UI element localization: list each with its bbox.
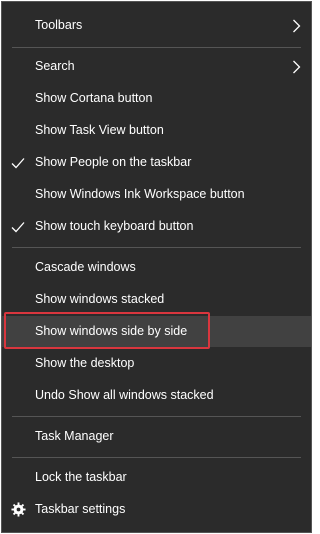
chevron-right-icon xyxy=(293,60,301,74)
menu-item-show-people[interactable]: Show People on the taskbar xyxy=(2,147,311,178)
checkmark-icon xyxy=(11,222,25,233)
taskbar-context-menu: Toolbars Search Show Cortana button Show… xyxy=(1,1,312,533)
gear-icon xyxy=(11,502,26,517)
menu-item-label: Show the desktop xyxy=(35,356,135,370)
menu-item-label: Show Windows Ink Workspace button xyxy=(35,187,245,201)
menu-item-toolbars[interactable]: Toolbars xyxy=(2,10,311,41)
menu-item-show-windows-side-by-side[interactable]: Show windows side by side xyxy=(2,316,311,347)
menu-item-label: Cascade windows xyxy=(35,260,136,274)
menu-item-search[interactable]: Search xyxy=(2,51,311,82)
menu-item-label: Show Task View button xyxy=(35,123,164,137)
menu-item-show-touch-keyboard[interactable]: Show touch keyboard button xyxy=(2,211,311,242)
menu-item-task-manager[interactable]: Task Manager xyxy=(2,421,311,452)
menu-item-lock-the-taskbar[interactable]: Lock the taskbar xyxy=(2,462,311,493)
menu-separator xyxy=(12,247,301,248)
menu-item-label: Show Cortana button xyxy=(35,91,153,105)
menu-separator xyxy=(12,457,301,458)
menu-item-label: Show windows stacked xyxy=(35,292,165,306)
menu-item-undo-show-all-windows-stacked[interactable]: Undo Show all windows stacked xyxy=(2,380,311,411)
menu-item-show-the-desktop[interactable]: Show the desktop xyxy=(2,348,311,379)
menu-item-label: Task Manager xyxy=(35,429,114,443)
menu-separator xyxy=(12,416,301,417)
menu-item-label: Show People on the taskbar xyxy=(35,155,192,169)
menu-item-taskbar-settings[interactable]: Taskbar settings xyxy=(2,494,311,525)
menu-item-cascade-windows[interactable]: Cascade windows xyxy=(2,252,311,283)
menu-item-show-task-view-button[interactable]: Show Task View button xyxy=(2,115,311,146)
menu-item-show-windows-stacked[interactable]: Show windows stacked xyxy=(2,284,311,315)
menu-item-label: Show touch keyboard button xyxy=(35,219,194,233)
menu-item-label: Taskbar settings xyxy=(35,502,126,516)
checkmark-icon xyxy=(11,158,25,169)
menu-item-label: Search xyxy=(35,59,75,73)
menu-item-label: Show windows side by side xyxy=(35,324,188,338)
menu-item-label: Undo Show all windows stacked xyxy=(35,388,214,402)
menu-item-label: Lock the taskbar xyxy=(35,470,127,484)
menu-item-label: Toolbars xyxy=(35,18,83,32)
menu-separator xyxy=(12,47,301,48)
menu-item-show-cortana-button[interactable]: Show Cortana button xyxy=(2,83,311,114)
menu-item-show-windows-ink[interactable]: Show Windows Ink Workspace button xyxy=(2,179,311,210)
chevron-right-icon xyxy=(293,19,301,33)
